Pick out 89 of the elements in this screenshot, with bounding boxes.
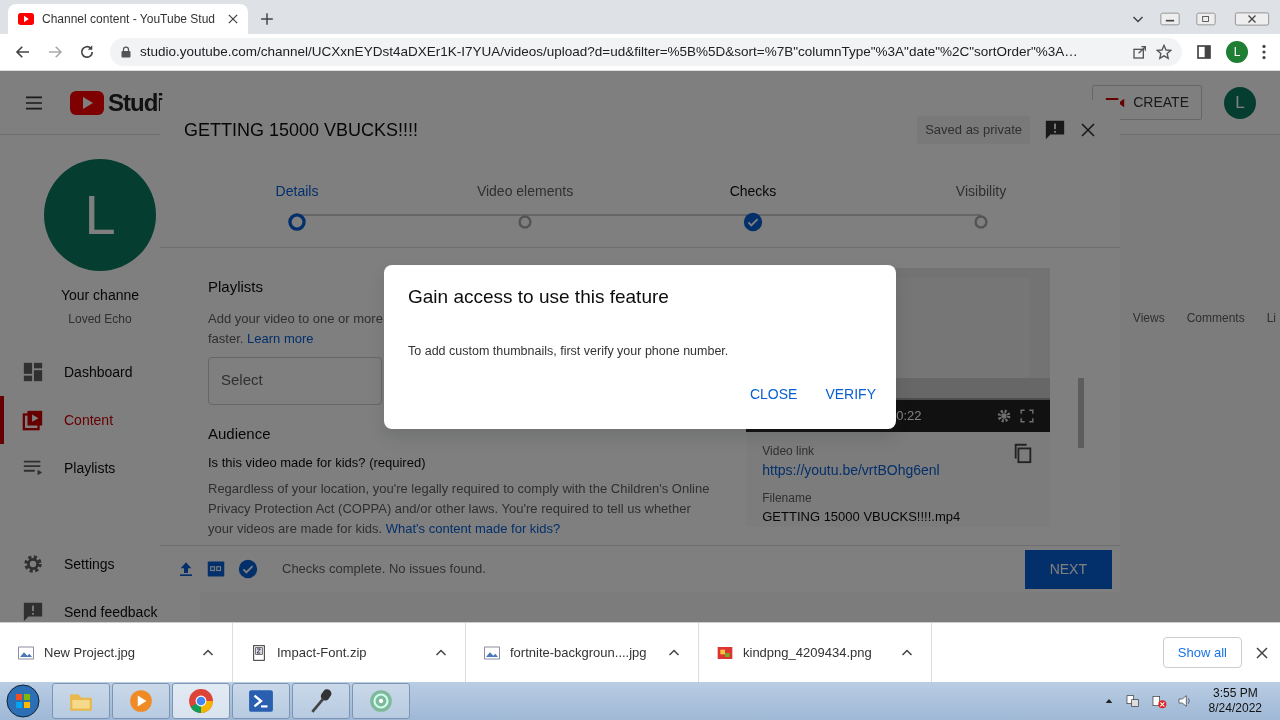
star-icon[interactable] bbox=[1156, 44, 1172, 60]
section-heading: Audience bbox=[208, 423, 271, 444]
check-step-icon[interactable] bbox=[743, 212, 763, 232]
sidebar-item[interactable]: Dashboard bbox=[0, 348, 133, 396]
checks-status: Checks complete. No issues found. bbox=[282, 560, 487, 579]
feedback-icon[interactable] bbox=[1044, 119, 1066, 141]
clock-date[interactable]: 8/24/2022 bbox=[1208, 701, 1262, 716]
sidebar-item[interactable]: Content bbox=[0, 396, 114, 444]
video-duration: 0:22 bbox=[896, 407, 923, 426]
video-link[interactable]: https://youtu.be/vrtBOhg6enl bbox=[762, 460, 1013, 481]
dialog-title: GETTING 15000 VBUCKS!!!! bbox=[184, 118, 420, 142]
dashboard-icon bbox=[22, 361, 44, 383]
verify-button[interactable]: VERIFY bbox=[815, 378, 886, 411]
section-heading: Playlists bbox=[208, 277, 263, 297]
chevron-up-icon[interactable] bbox=[1104, 697, 1113, 705]
youtube-icon bbox=[70, 90, 104, 115]
minimize-icon[interactable] bbox=[1160, 12, 1180, 26]
field-label: Filename bbox=[762, 490, 813, 507]
sidebar-item[interactable]: Playlists bbox=[0, 444, 116, 492]
archive-file-icon[interactable] bbox=[251, 644, 267, 661]
close-window-icon[interactable] bbox=[1232, 12, 1272, 26]
filename: GETTING 15000 VBUCKS!!!!.mp4 bbox=[762, 508, 962, 526]
close-button[interactable]: CLOSE bbox=[739, 378, 808, 411]
column-header[interactable]: Li bbox=[1266, 309, 1276, 622]
audience-description: Regardless of your location, you're legally required to comply with the Children's Online Privacy Protection Act (COPPA) and/or other laws. You're required to tell us whether your videos are made for kids. What's content made for kids? bbox=[208, 479, 711, 538]
playlist-select[interactable]: Select bbox=[208, 356, 382, 405]
more-icon[interactable] bbox=[1262, 44, 1266, 60]
menu-icon[interactable] bbox=[24, 94, 44, 111]
close-icon[interactable] bbox=[1256, 646, 1268, 659]
step-label[interactable]: Checks bbox=[729, 181, 777, 202]
audience-question: Is this video made for kids? (required) bbox=[208, 454, 426, 472]
new-tab-icon[interactable] bbox=[260, 12, 274, 26]
close-icon[interactable] bbox=[228, 14, 238, 24]
download-item[interactable]: fortnite-backgroun....jpg bbox=[510, 642, 658, 663]
content-for-kids-link[interactable]: What's content made for kids? bbox=[385, 520, 561, 536]
account-avatar[interactable]: L bbox=[1224, 86, 1256, 119]
youtube-icon bbox=[18, 13, 34, 25]
settings-icon[interactable] bbox=[996, 408, 1013, 424]
show-all-button[interactable]: Show all bbox=[1162, 636, 1242, 669]
start-icon[interactable] bbox=[6, 684, 40, 718]
network-icon[interactable] bbox=[1124, 693, 1141, 709]
media-player-icon[interactable] bbox=[128, 688, 154, 714]
clock-time[interactable]: 3:55 PM bbox=[1212, 686, 1258, 701]
column-header[interactable]: Comments bbox=[1186, 309, 1245, 622]
side-panel-icon[interactable] bbox=[1196, 44, 1212, 60]
restore-icon[interactable] bbox=[1196, 12, 1216, 26]
image-file-icon[interactable] bbox=[18, 644, 34, 661]
profile-avatar[interactable]: L bbox=[1226, 41, 1248, 63]
studio-logo[interactable]: Studi bbox=[70, 84, 163, 121]
power-warning-icon[interactable] bbox=[1150, 693, 1167, 709]
step-label[interactable]: Details bbox=[275, 181, 319, 202]
modal-message: To add custom thumbnails, first verify your phone number. bbox=[408, 342, 730, 360]
step-circle-icon[interactable] bbox=[287, 212, 307, 232]
upload-icon[interactable] bbox=[178, 560, 194, 578]
scrollbar[interactable] bbox=[1078, 378, 1084, 448]
browser-tab[interactable]: Channel content - YouTube Stud bbox=[8, 4, 248, 34]
sidebar-item[interactable]: Send feedback bbox=[0, 588, 158, 622]
playlists-description: faster. Learn more bbox=[208, 329, 314, 348]
image-file-icon[interactable] bbox=[717, 644, 733, 661]
speaker-icon[interactable] bbox=[1176, 693, 1193, 709]
chrome-icon[interactable] bbox=[188, 688, 214, 714]
learn-more-link[interactable]: Learn more bbox=[247, 330, 314, 346]
modal-title: Gain access to use this feature bbox=[408, 285, 670, 309]
settings-icon bbox=[22, 553, 44, 575]
download-item[interactable]: Impact-Font.zip bbox=[277, 642, 425, 663]
reload-icon[interactable] bbox=[78, 43, 96, 61]
share-icon[interactable] bbox=[1132, 44, 1148, 60]
next-button[interactable]: NEXT bbox=[1024, 549, 1112, 589]
lock-icon bbox=[120, 45, 132, 59]
back-icon[interactable] bbox=[14, 43, 32, 61]
step-label[interactable]: Visibility bbox=[955, 181, 1007, 202]
hd-icon[interactable] bbox=[206, 560, 226, 578]
channel-name: Loved Echo bbox=[68, 311, 132, 328]
channel-avatar[interactable]: L bbox=[44, 159, 156, 271]
save-status: Saved as private bbox=[917, 116, 1030, 144]
terminal-icon[interactable] bbox=[248, 688, 274, 714]
column-header[interactable]: Views bbox=[1132, 309, 1165, 622]
close-icon[interactable] bbox=[1080, 122, 1096, 138]
playlists-description: Add your video to one or more bbox=[208, 309, 383, 328]
check-circle-icon[interactable] bbox=[238, 559, 258, 579]
sidebar-item[interactable]: Settings bbox=[0, 540, 115, 588]
fullscreen-icon[interactable] bbox=[1020, 409, 1035, 423]
field-label: Video link bbox=[762, 443, 816, 460]
step-label[interactable]: Video elements bbox=[476, 181, 574, 202]
video-icon bbox=[22, 409, 44, 431]
image-file-icon[interactable] bbox=[484, 644, 500, 661]
download-item[interactable]: kindpng_4209434.png bbox=[743, 642, 891, 663]
channel-title: Your channe bbox=[60, 286, 140, 305]
download-item[interactable]: New Project.jpg bbox=[44, 642, 192, 663]
